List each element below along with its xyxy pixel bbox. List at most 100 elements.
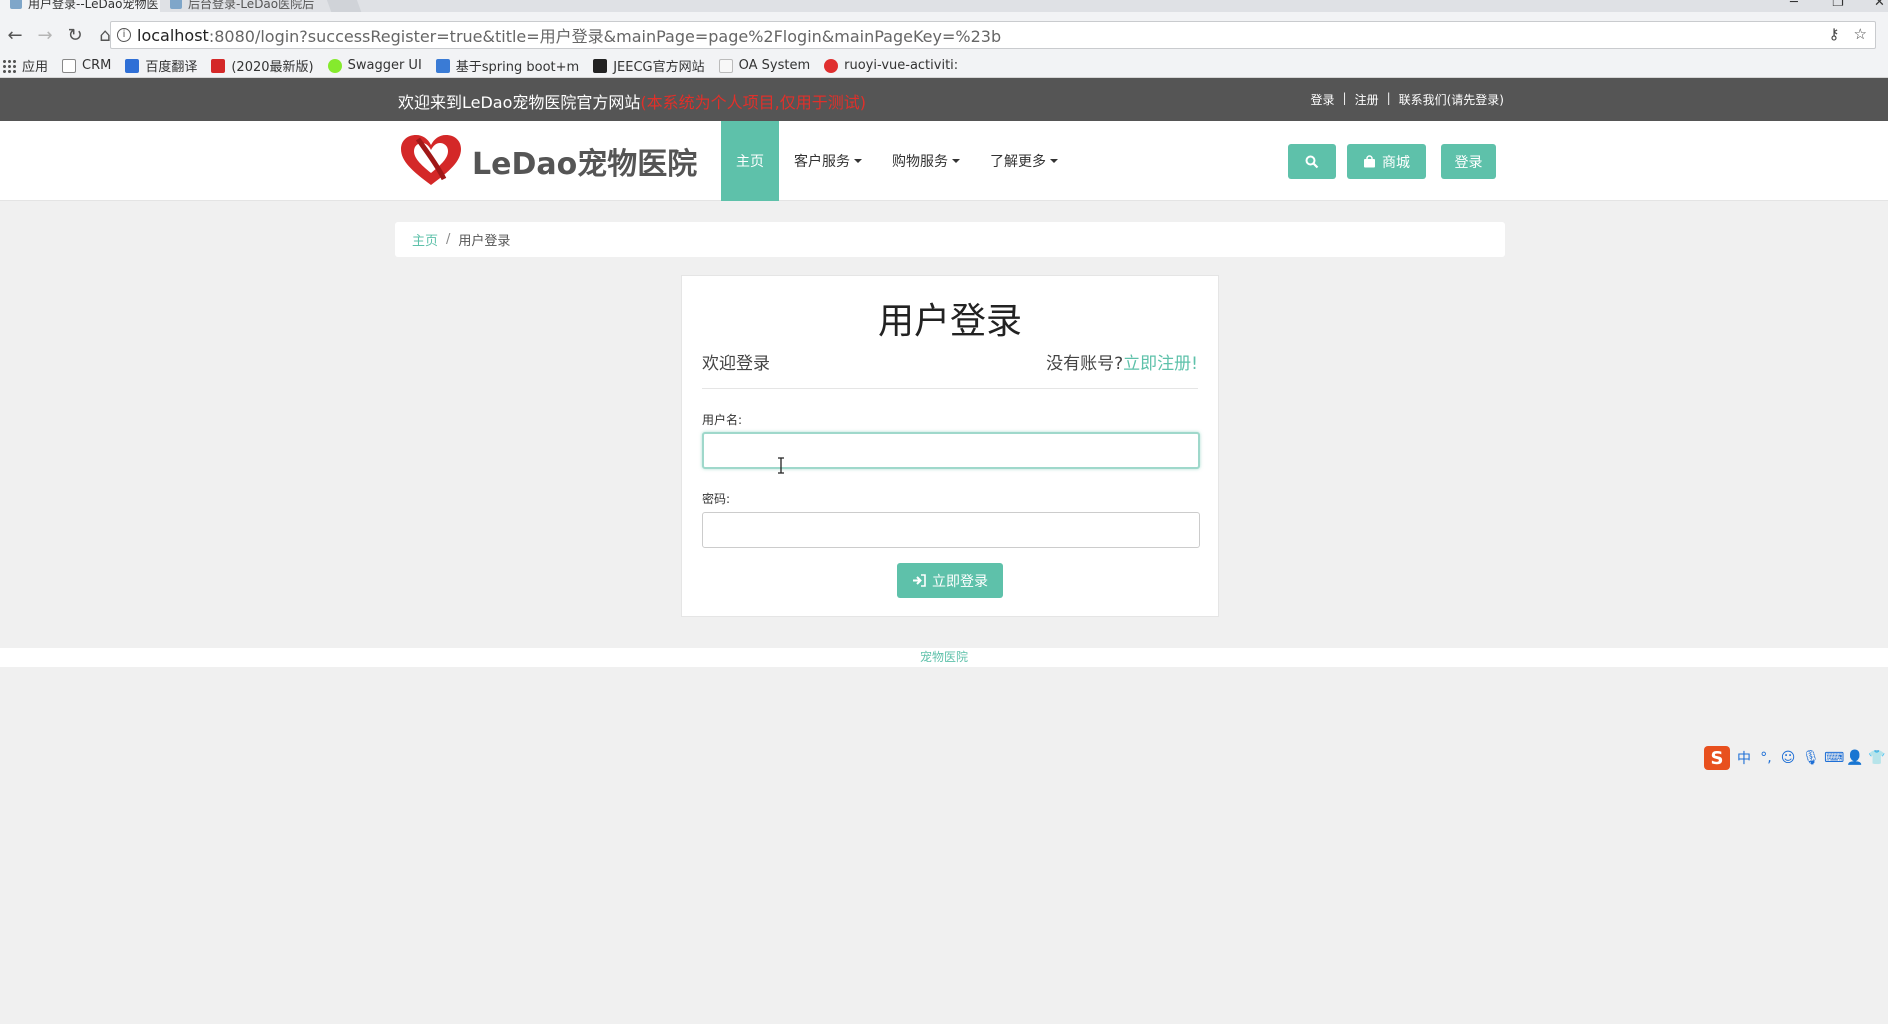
browser-tabstrip: 用户登录--LeDao宠物医 ✕ 后台登录-LeDao医院后 ✕ ─ ❐ ✕	[0, 0, 1888, 12]
caret-down-icon	[1050, 159, 1058, 163]
bookmark-swagger[interactable]: Swagger UI	[327, 58, 422, 73]
emoji-icon[interactable]: ☺	[1780, 750, 1796, 766]
browser-toolbar: ← → ↻ ⌂ i localhost:8080/login?successRe…	[0, 12, 1888, 58]
bookmark-label: CRM	[82, 58, 112, 73]
bookmark-label: JEECG官方网站	[613, 60, 705, 75]
ime-toolbar: S 中 °, ☺ 🎙 ⌨ 👤 👕	[1704, 746, 1885, 770]
register-prompt: 没有账号?立即注册!	[1046, 349, 1198, 374]
text-cursor-icon	[778, 457, 784, 474]
new-tab-button[interactable]	[324, 0, 362, 12]
address-bar[interactable]: i localhost:8080/login?successRegister=t…	[110, 21, 1876, 49]
c-icon	[211, 58, 226, 73]
login-submit-button[interactable]: 立即登录	[897, 563, 1003, 598]
browser-tab-title: 后台登录-LeDao医院后	[188, 0, 315, 11]
star-icon[interactable]: ☆	[1854, 25, 1867, 43]
page-icon	[718, 58, 733, 73]
login-title: 用户登录	[877, 301, 1022, 342]
restore-icon[interactable]: ❐	[1832, 0, 1844, 10]
url-host: localhost	[137, 25, 209, 45]
punctuation-icon[interactable]: °,	[1758, 750, 1774, 766]
forward-icon[interactable]: →	[30, 25, 60, 46]
topbar-register-link[interactable]: 注册	[1355, 91, 1379, 108]
nav-home[interactable]: 主页	[721, 121, 779, 201]
shop-button[interactable]: 商城	[1347, 144, 1426, 179]
minimize-icon[interactable]: ─	[1790, 0, 1798, 10]
login-panel: 用户登录 欢迎登录 没有账号?立即注册! 用户名: 密码: 立即登录	[681, 275, 1219, 617]
info-icon[interactable]: i	[117, 28, 131, 42]
sign-in-icon	[913, 574, 926, 587]
welcome-text: 欢迎来到LeDao宠物医院官方网站	[398, 93, 641, 112]
bookmark-oa-system[interactable]: OA System	[718, 58, 811, 73]
topbar-contact-link[interactable]: 联系我们(请先登录)	[1399, 91, 1504, 108]
back-icon[interactable]: ←	[0, 25, 30, 46]
divider	[702, 388, 1198, 389]
user-icon[interactable]: 👤	[1846, 750, 1863, 766]
bookmark-apps[interactable]: 应用	[2, 56, 48, 75]
search-button[interactable]	[1288, 144, 1336, 179]
logo-text: LeDao宠物医院	[472, 147, 698, 182]
register-link[interactable]: 立即注册!	[1123, 354, 1198, 374]
site-topbar: 欢迎来到LeDao宠物医院官方网站(本系统为个人项目,仅用于测试) 登录 | 注…	[0, 78, 1888, 121]
bookmark-ruoyi[interactable]: ruoyi-vue-activiti:	[824, 58, 958, 73]
separator: |	[1386, 91, 1391, 105]
login-label: 登录	[1454, 154, 1483, 171]
bookmark-baidu-translate[interactable]: 百度翻译	[125, 56, 197, 75]
site-header: LeDao宠物医院 主页 客户服务 购物服务 了解更多 商城 登录	[0, 121, 1888, 201]
bookmark-label: 应用	[22, 60, 49, 75]
caret-down-icon	[952, 159, 960, 163]
microphone-icon[interactable]: 🎙	[1802, 750, 1820, 766]
page-icon	[62, 58, 77, 73]
g-icon	[824, 58, 839, 73]
reload-icon[interactable]: ↻	[60, 25, 90, 46]
breadcrumb-home-link[interactable]: 主页	[412, 230, 438, 249]
breadcrumb-separator: /	[446, 232, 451, 247]
sogou-logo-icon[interactable]: S	[1704, 746, 1730, 770]
footer-link[interactable]: 宠物医院	[920, 650, 968, 664]
bookmark-crm[interactable]: CRM	[62, 58, 111, 73]
disclaimer-note: (本系统为个人项目,仅用于测试)	[640, 93, 866, 112]
key-icon[interactable]: ⚷	[1829, 25, 1840, 43]
bookmark-label: ruoyi-vue-activiti:	[844, 58, 959, 73]
bookmark-label: OA System	[738, 58, 811, 73]
caret-down-icon	[854, 159, 862, 163]
topbar-login-link[interactable]: 登录	[1311, 91, 1335, 108]
url-path: :8080/login?successRegister=true&title=用…	[208, 27, 1002, 46]
apps-icon	[2, 58, 16, 73]
keyboard-icon[interactable]: ⌨	[1824, 750, 1844, 766]
shop-label: 商城	[1382, 154, 1410, 171]
bookmark-spring-boot[interactable]: 基于spring boot+m	[435, 56, 580, 75]
bookmarks-bar: 应用 CRM 百度翻译 (2020最新版) Swagger UI 基于sprin…	[0, 54, 1888, 78]
separator: |	[1342, 91, 1347, 105]
password-label: 密码:	[702, 492, 731, 506]
bookmark-icon	[435, 58, 450, 73]
no-account-text: 没有账号?	[1046, 354, 1124, 374]
nav-customer-service[interactable]: 客户服务	[779, 121, 877, 201]
welcome-message: 欢迎来到LeDao宠物医院官方网站(本系统为个人项目,仅用于测试)	[398, 89, 866, 113]
translate-icon	[125, 58, 140, 73]
browser-tab[interactable]: 后台登录-LeDao医院后 ✕	[160, 0, 320, 12]
bookmark-label: 基于spring boot+m	[455, 60, 580, 75]
j-icon	[593, 58, 608, 73]
window-close-icon[interactable]: ✕	[1874, 0, 1885, 10]
bookmark-jeecg[interactable]: JEECG官方网站	[593, 56, 705, 75]
nav-label: 购物服务	[892, 154, 948, 170]
nav-learn-more[interactable]: 了解更多	[975, 121, 1073, 201]
site-footer: 宠物医院	[0, 648, 1888, 667]
page-favicon-icon	[170, 0, 182, 9]
nav-shopping-service[interactable]: 购物服务	[877, 121, 975, 201]
nav-label: 主页	[736, 154, 764, 170]
header-login-button[interactable]: 登录	[1441, 144, 1496, 179]
ime-mode[interactable]: 中	[1736, 748, 1752, 768]
topbar-links: 登录 | 注册 | 联系我们(请先登录)	[1311, 91, 1505, 108]
page-favicon-icon	[10, 0, 22, 9]
bookmark-c[interactable]: (2020最新版)	[211, 56, 314, 75]
skin-icon[interactable]: 👕	[1868, 750, 1885, 766]
nav-label: 了解更多	[990, 154, 1046, 170]
password-input[interactable]	[702, 512, 1200, 548]
site-logo[interactable]: LeDao宠物医院	[398, 133, 697, 189]
login-subtitle: 欢迎登录	[702, 354, 770, 374]
browser-tab-active[interactable]: 用户登录--LeDao宠物医 ✕	[0, 0, 160, 12]
username-label: 用户名:	[702, 413, 743, 427]
login-submit-label: 立即登录	[932, 573, 988, 590]
shopping-bag-icon	[1364, 155, 1375, 168]
